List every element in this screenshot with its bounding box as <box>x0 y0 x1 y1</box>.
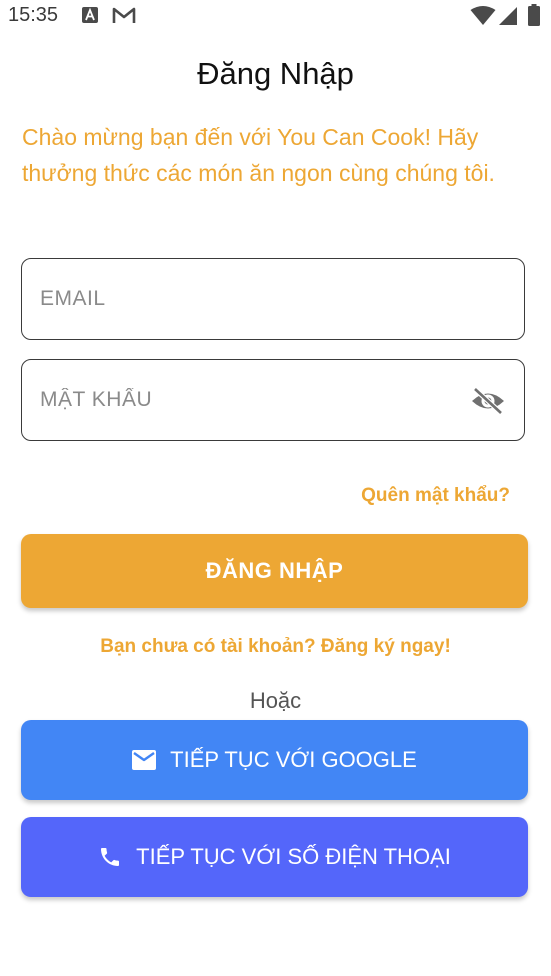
text-a-icon <box>82 7 98 28</box>
forgot-password-link[interactable]: Quên mật khẩu? <box>361 485 510 507</box>
phone-icon <box>98 845 122 869</box>
register-link[interactable]: Bạn chưa có tài khoản? Đăng ký ngay! <box>0 636 551 658</box>
wifi-icon <box>470 6 496 31</box>
status-bar: 15:35 <box>0 0 551 32</box>
welcome-text: Chào mừng bạn đến với You Can Cook! Hãy … <box>22 124 495 186</box>
google-button-label: TIẾP TỤC VỚI GOOGLE <box>170 747 417 772</box>
password-field[interactable] <box>21 359 525 441</box>
phone-login-button[interactable]: TIẾP TỤC VỚI SỐ ĐIỆN THOẠI <box>21 817 528 897</box>
signal-icon <box>499 6 519 31</box>
eye-off-icon[interactable] <box>470 386 506 416</box>
google-login-button[interactable]: TIẾP TỤC VỚI GOOGLE <box>21 720 528 800</box>
battery-icon <box>528 4 540 31</box>
phone-button-label: TIẾP TỤC VỚI SỐ ĐIỆN THOẠI <box>136 844 451 869</box>
status-time: 15:35 <box>8 4 59 26</box>
or-divider: Hoặc <box>249 688 302 713</box>
email-input[interactable] <box>40 259 460 339</box>
login-button[interactable]: ĐĂNG NHẬP <box>21 534 528 608</box>
login-button-label: ĐĂNG NHẬP <box>205 558 344 583</box>
gmail-icon <box>112 7 136 29</box>
password-input[interactable] <box>40 360 460 440</box>
mail-icon <box>132 750 157 770</box>
page-title: Đăng Nhập <box>197 56 354 91</box>
email-field[interactable] <box>21 258 525 340</box>
